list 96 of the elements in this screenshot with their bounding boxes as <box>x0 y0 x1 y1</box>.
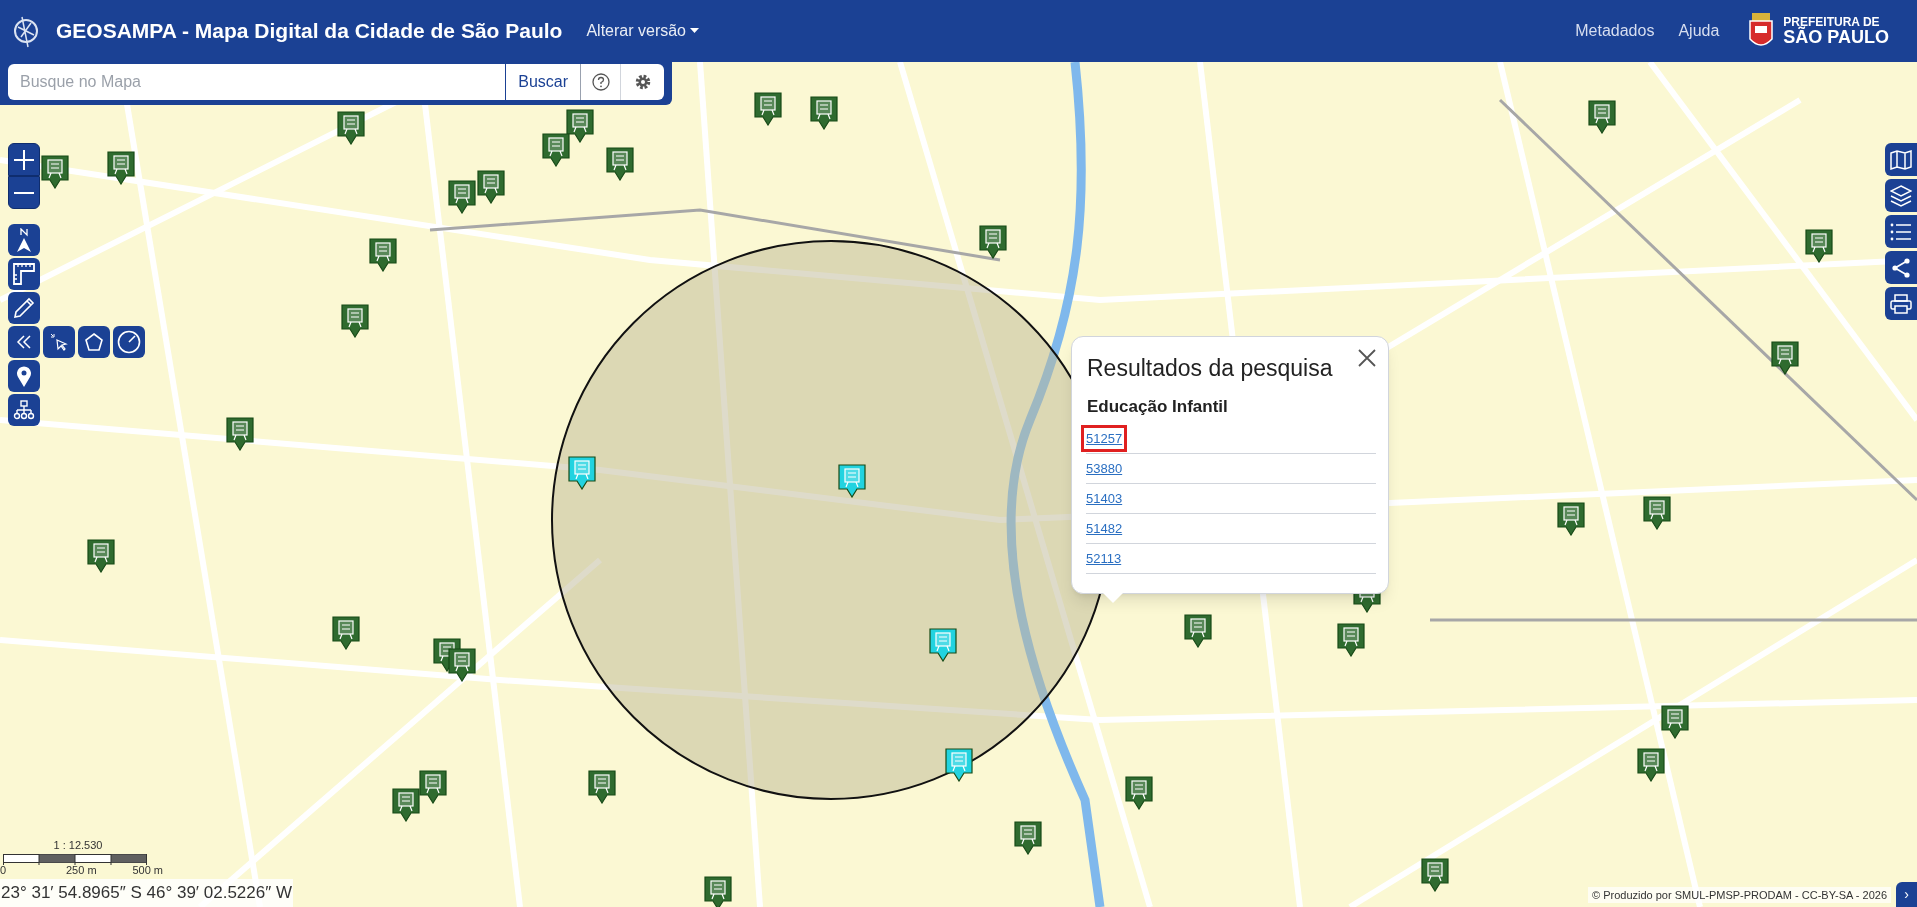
school-marker-icon[interactable] <box>392 788 420 822</box>
minus-icon <box>14 190 34 195</box>
share-icon <box>1891 257 1911 278</box>
help-link[interactable]: Ajuda <box>1678 19 1720 43</box>
search-field[interactable]: Busque no Mapa <box>8 64 506 100</box>
layers-icon <box>1890 184 1912 207</box>
settings-button[interactable] <box>620 64 664 100</box>
close-icon <box>1358 349 1376 367</box>
result-link[interactable]: 51403 <box>1086 488 1123 509</box>
version-dropdown[interactable]: Alterar versão <box>586 19 699 43</box>
school-marker-icon[interactable] <box>566 109 594 143</box>
help-button[interactable] <box>580 64 620 100</box>
school-marker-icon[interactable] <box>1421 858 1449 892</box>
school-marker-icon[interactable] <box>87 539 115 573</box>
school-marker-icon[interactable] <box>979 225 1007 259</box>
coordinates-readout: 23° 31′ 54.8965″ S 46° 39′ 02.5226″ W <box>0 879 293 907</box>
scale-label: 500 m <box>132 864 163 876</box>
school-marker-icon[interactable] <box>341 304 369 338</box>
result-link[interactable]: 51257 <box>1081 424 1128 453</box>
school-marker-icon[interactable] <box>226 417 254 451</box>
popup-title: Resultados da pesquisa <box>1087 354 1333 383</box>
map-pin-icon <box>16 365 32 387</box>
school-marker-icon[interactable] <box>1337 623 1365 657</box>
school-marker-icon[interactable] <box>419 770 447 804</box>
school-marker-icon[interactable] <box>754 92 782 126</box>
school-marker-icon[interactable] <box>1771 341 1799 375</box>
school-marker-icon[interactable] <box>1661 705 1689 739</box>
list-icon <box>1890 222 1912 241</box>
school-marker-icon[interactable] <box>1643 496 1671 530</box>
school-marker-icon[interactable] <box>588 770 616 804</box>
help-icon <box>591 73 610 91</box>
scale-bar-icon <box>3 853 147 865</box>
result-link[interactable]: 52113 <box>1086 548 1122 569</box>
school-marker-icon[interactable] <box>337 111 365 145</box>
pencil-icon <box>13 297 35 319</box>
app-title: GEOSAMPA - Mapa Digital da Cidade de São Paulo <box>56 18 563 45</box>
hierarchy-icon <box>13 400 35 420</box>
school-marker-icon[interactable] <box>369 238 397 272</box>
layers-button[interactable] <box>1885 179 1917 212</box>
search-button[interactable]: Buscar <box>505 64 580 100</box>
scale-label: 0 <box>0 864 7 876</box>
school-marker-icon[interactable] <box>838 464 866 498</box>
hierarchy-button[interactable] <box>8 394 40 426</box>
school-marker-icon[interactable] <box>1125 776 1153 810</box>
school-marker-icon[interactable] <box>107 151 135 185</box>
pentagon-icon <box>84 332 104 352</box>
location-button[interactable] <box>8 360 40 392</box>
circle-radius-icon <box>117 330 141 354</box>
zoom-in-button[interactable] <box>8 143 40 176</box>
share-button[interactable] <box>1885 251 1917 284</box>
result-link[interactable]: 51482 <box>1086 518 1123 539</box>
result-link[interactable]: 53880 <box>1086 458 1123 479</box>
caret-icon <box>690 28 699 34</box>
school-marker-icon[interactable] <box>704 876 732 907</box>
basemap-button[interactable] <box>1885 143 1917 176</box>
draw-button[interactable] <box>8 292 40 324</box>
north-arrow-icon <box>15 228 33 252</box>
school-marker-icon[interactable] <box>1184 614 1212 648</box>
expand-button[interactable]: › <box>1896 882 1917 907</box>
school-marker-icon[interactable] <box>448 180 476 214</box>
pointer-icon <box>50 333 68 351</box>
print-button[interactable] <box>1885 287 1917 320</box>
school-marker-icon[interactable] <box>542 133 570 167</box>
school-marker-icon[interactable] <box>945 748 973 782</box>
polygon-button[interactable] <box>78 326 110 358</box>
printer-icon <box>1890 293 1912 314</box>
close-button[interactable] <box>1356 347 1378 369</box>
category-heading: Educação Infantil <box>1087 395 1229 418</box>
school-marker-icon[interactable] <box>929 628 957 662</box>
school-marker-icon[interactable] <box>810 96 838 130</box>
radius-button[interactable] <box>113 326 145 358</box>
scale-ratio: 1 : 12.530 <box>53 838 103 853</box>
school-marker-icon[interactable] <box>1588 100 1616 134</box>
double-chevron-icon <box>16 334 32 350</box>
north-button[interactable] <box>8 224 40 256</box>
collapse-button[interactable] <box>8 326 40 358</box>
scale-label: 250 m <box>66 864 97 876</box>
metadata-link[interactable]: Metadados <box>1575 19 1655 43</box>
ruler-icon <box>13 263 35 285</box>
legend-button[interactable] <box>1885 215 1917 248</box>
school-marker-icon[interactable] <box>568 456 596 490</box>
school-marker-icon[interactable] <box>1805 229 1833 263</box>
zoom-out-button[interactable] <box>8 176 40 209</box>
select-button[interactable] <box>43 326 75 358</box>
school-marker-icon[interactable] <box>1557 502 1585 536</box>
school-marker-icon[interactable] <box>1637 748 1665 782</box>
school-marker-icon[interactable] <box>1014 821 1042 855</box>
school-marker-icon[interactable] <box>448 648 476 682</box>
settings-icon <box>633 73 652 91</box>
school-marker-icon[interactable] <box>477 170 505 204</box>
school-marker-icon[interactable] <box>332 616 360 650</box>
school-marker-icon[interactable] <box>606 147 634 181</box>
folded-map-icon <box>1890 149 1912 170</box>
plus-icon <box>14 149 34 170</box>
school-marker-icon[interactable] <box>41 155 69 189</box>
measure-button[interactable] <box>8 258 40 290</box>
